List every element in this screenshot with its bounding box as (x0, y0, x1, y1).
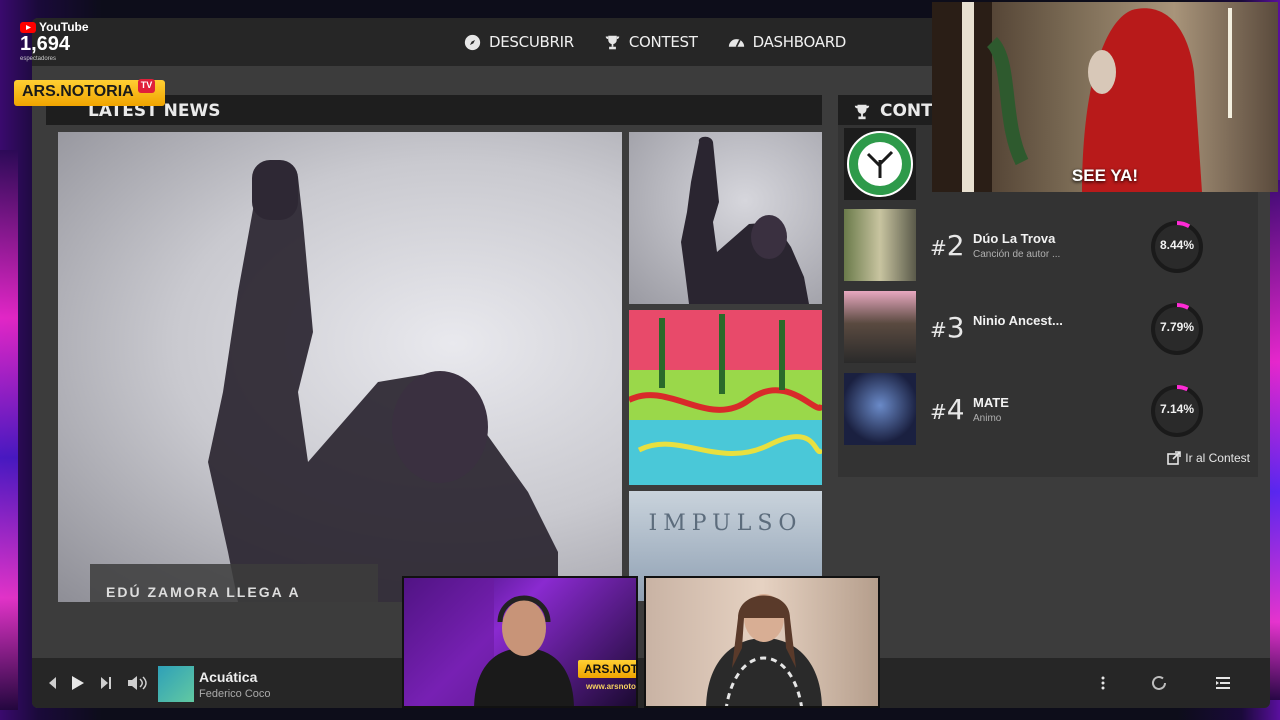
rank-1-logo (844, 128, 916, 200)
rank-4-percent: 7.14% (1159, 402, 1195, 416)
rank-2-percent: 8.44% (1159, 238, 1195, 252)
news-thumb-1[interactable] (629, 132, 822, 304)
playlist-icon[interactable] (1214, 674, 1232, 692)
more-options-icon[interactable] (1094, 674, 1112, 692)
contest-rank-3[interactable]: #3 Ninio Ancest... 7.79% (844, 291, 1254, 365)
sprout-logo-icon (847, 131, 913, 197)
volume-icon[interactable] (126, 674, 148, 692)
contest-rank-2[interactable]: #2 Dúo La Trova Canción de autor ... 8.4… (844, 209, 1254, 283)
guest-2-scene (706, 594, 822, 706)
go-to-contest-link[interactable]: Ir al Contest (1167, 451, 1250, 465)
youtube-viewer-widget: YouTube 1,694 espectadores (20, 20, 90, 62)
nav-descubrir-label: DESCUBRIR (489, 33, 574, 51)
webcam-scene (932, 2, 1232, 192)
external-link-icon (1167, 451, 1182, 465)
stream-frame: DESCUBRIR CONTEST DASHBOARD LATEST NEWS (0, 0, 1280, 720)
viewer-count: 1,694 (20, 33, 71, 55)
nav-descubrir[interactable]: DESCUBRIR (464, 33, 574, 51)
rank-4-title: MATE (973, 395, 1009, 410)
nav-contest[interactable]: CONTEST (604, 33, 698, 51)
trophy-icon (605, 35, 620, 49)
viewer-count-sub: espectadores (20, 56, 57, 62)
track-artist[interactable]: Federico Coco (199, 688, 271, 700)
guest-cam-2 (644, 576, 880, 708)
rank-3-thumb (844, 291, 916, 363)
compass-icon (464, 34, 481, 50)
track-artwork[interactable] (158, 666, 194, 702)
hero-caption: EDÚ ZAMORA LLEGA A BEATHEY (90, 564, 378, 602)
rank-3-number: #3 (930, 311, 965, 344)
rank-3-percent: 7.79% (1159, 320, 1195, 334)
ars-notoria-logo: ARS.NOTORIA TV (14, 79, 166, 106)
next-icon[interactable] (96, 674, 114, 692)
guest-brand-badge: ARS.NOTORIA TV (578, 660, 636, 678)
repeat-icon[interactable] (1150, 674, 1168, 692)
webcam-caption: SEE YA! (1071, 166, 1139, 185)
guest-cam-1: ARS.NOTORIA TV www.arsnotoria.tv (402, 576, 638, 708)
news-hero-card[interactable]: EDÚ ZAMORA LLEGA A BEATHEY (58, 132, 622, 602)
speedometer-icon (728, 38, 744, 47)
main-nav: DESCUBRIR CONTEST DASHBOARD (464, 18, 846, 66)
rank-2-number: #2 (930, 229, 965, 262)
youtube-icon (20, 21, 36, 33)
webcam-overlay: SEE YA! (932, 2, 1278, 192)
rank-4-number: #4 (930, 393, 965, 426)
trophy-icon (854, 104, 870, 120)
rank-2-title: Dúo La Trova (973, 231, 1056, 246)
contest-rank-4[interactable]: #4 MATE Animo 7.14% (844, 373, 1254, 447)
neon-border-left (0, 150, 18, 710)
play-icon[interactable] (68, 674, 86, 692)
youtube-label: YouTube (20, 20, 90, 34)
guest-url: www.arsnotoria.tv (586, 682, 638, 691)
hero-photo (208, 160, 558, 602)
rank-4-thumb (844, 373, 916, 445)
previous-icon[interactable] (44, 674, 62, 692)
nav-dashboard-label: DASHBOARD (752, 33, 847, 51)
thumb-painting-2 (629, 310, 822, 485)
thumb-3-label: IMPULSO (648, 511, 803, 536)
nav-contest-label: CONTEST (628, 33, 698, 51)
rank-2-thumb (844, 209, 916, 281)
nav-dashboard[interactable]: DASHBOARD (728, 33, 846, 51)
track-title[interactable]: Acuática (199, 669, 257, 685)
rank-2-subtitle: Canción de autor ... (973, 249, 1061, 260)
thumb-photo-1 (681, 136, 809, 304)
go-to-contest-label: Ir al Contest (1185, 451, 1250, 465)
rank-4-subtitle: Animo (973, 413, 1002, 424)
rank-3-title: Ninio Ancest... (973, 313, 1063, 328)
news-thumb-2[interactable] (629, 310, 822, 485)
